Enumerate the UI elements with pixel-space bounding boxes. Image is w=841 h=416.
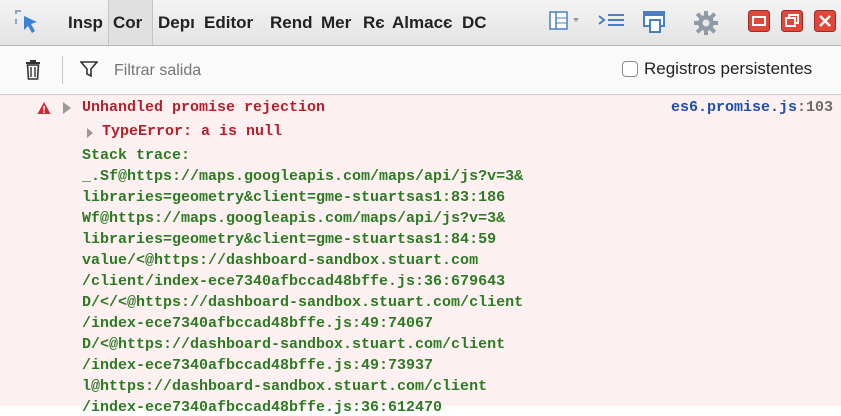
stack-line: Wf@https://maps.googleapis.com/maps/api/…	[82, 210, 506, 227]
expand-arrow-icon[interactable]	[62, 101, 72, 115]
stack-line: D/</<@https://dashboard-sandbox.stuart.c…	[82, 294, 524, 311]
stack-line: _.Sf@https://maps.googleapis.com/maps/ap…	[82, 168, 524, 185]
stack-line: D/<@https://dashboard-sandbox.stuart.com…	[82, 336, 506, 353]
stack-line: /client/index-ece7340afbccad48bffe.js:36…	[82, 273, 506, 290]
trash-icon[interactable]	[24, 60, 42, 80]
error-warning-icon	[37, 101, 51, 115]
toolbox-options-icon[interactable]	[597, 10, 627, 34]
tab-debugger[interactable]: Depı	[158, 0, 200, 45]
split-console-icon[interactable]	[549, 10, 589, 34]
tab-memory[interactable]: Mer	[321, 0, 358, 45]
devtools-toolbar: Insp Cor Depı Editor Rend Mer Rє Almacє …	[0, 0, 841, 46]
stack-line: /index-ece7340afbccad48bffe.js:49:74067	[82, 315, 434, 332]
settings-gear-icon[interactable]	[693, 10, 719, 36]
tab-console[interactable]: Cor	[108, 0, 153, 45]
element-picker-icon[interactable]	[12, 8, 40, 36]
persist-logs-checkbox[interactable]	[622, 61, 638, 77]
tab-style-editor[interactable]: Editor	[204, 0, 264, 45]
stack-line: value/<@https://dashboard-sandbox.stuart…	[82, 252, 479, 269]
tab-dom[interactable]: DC	[462, 0, 490, 45]
stack-label: Stack trace:	[82, 147, 191, 164]
funnel-icon	[79, 60, 99, 78]
persist-logs-label: Registros persistentes	[644, 59, 813, 78]
filter-input[interactable]	[112, 58, 596, 84]
stack-line: libraries=geometry&client=gme-stuartsas1…	[82, 231, 497, 248]
tab-inspector[interactable]: Insp	[68, 0, 108, 45]
console-filter-bar: Registros persistentes	[0, 46, 841, 95]
responsive-mode-icon[interactable]	[642, 9, 670, 35]
console-output: Unhandled promise rejection es6.promise.…	[0, 95, 841, 416]
tab-network[interactable]: Rє	[363, 0, 387, 45]
tab-performance[interactable]: Rend	[270, 0, 317, 45]
tab-storage[interactable]: Almacє	[392, 0, 457, 45]
close-window-icon[interactable]	[814, 10, 836, 32]
source-line: :103	[796, 99, 833, 116]
error-message: Unhandled promise rejection	[82, 99, 326, 116]
minimize-window-icon[interactable]	[748, 10, 770, 32]
stack-line: /index-ece7340afbccad48bffe.js:49:73937	[82, 357, 434, 374]
expand-arrow-icon[interactable]	[86, 126, 94, 138]
source-file: es6.promise.js	[670, 99, 797, 116]
stack-line: /index-ece7340afbccad48bffe.js:36:612470	[82, 399, 443, 416]
stack-line: libraries=geometry&client=gme-stuartsas1…	[82, 189, 506, 206]
divider	[62, 56, 63, 84]
restore-window-icon[interactable]	[781, 10, 803, 32]
stack-line: l@https://dashboard-sandbox.stuart.com/c…	[82, 378, 488, 395]
source-link[interactable]: es6.promise.js:103	[671, 99, 833, 116]
error-type: TypeError: a is null	[102, 123, 283, 140]
